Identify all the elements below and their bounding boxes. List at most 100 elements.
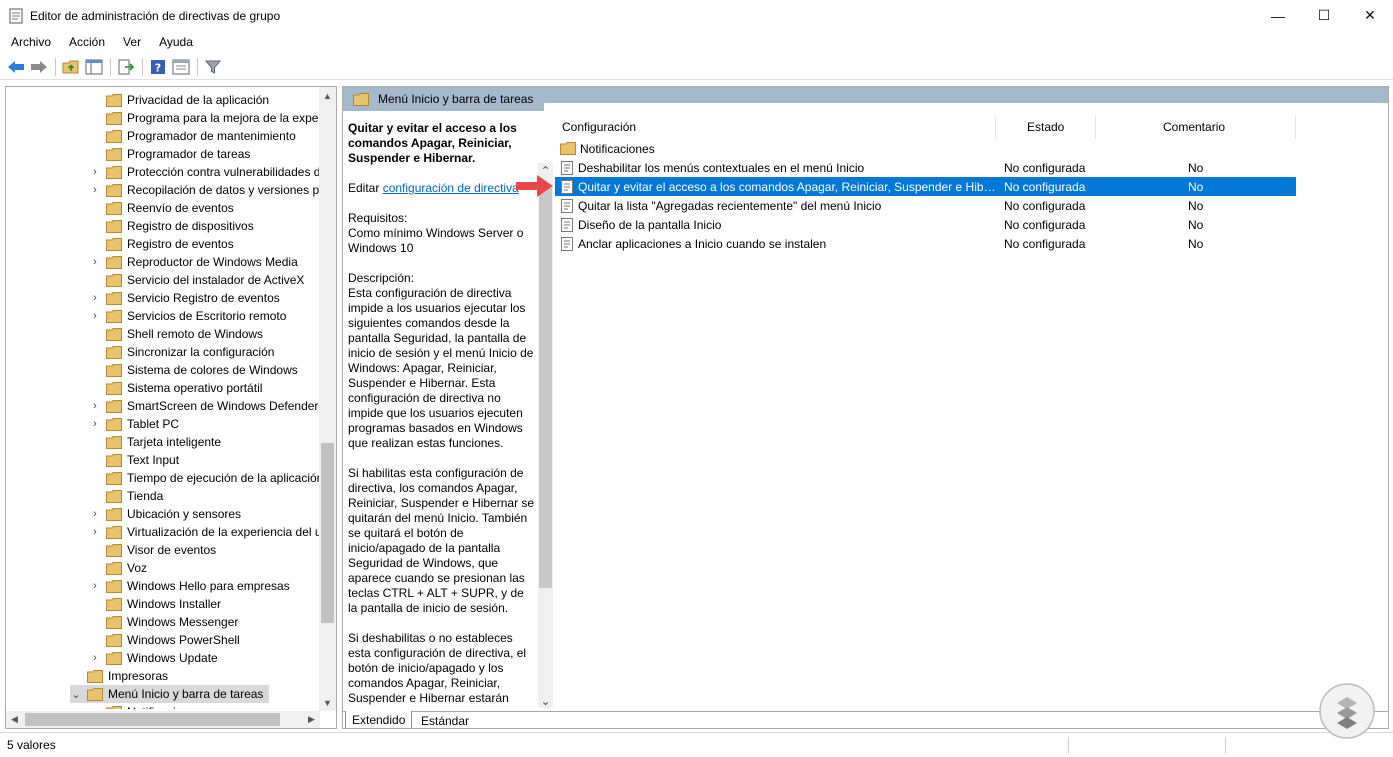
scroll-right-icon[interactable]: ▶ [303, 711, 320, 728]
description-scrollbar[interactable]: ⌃ ⌄ [538, 163, 553, 708]
tree-item[interactable]: Programa para la mejora de la experi [89, 109, 320, 127]
close-button[interactable]: ✕ [1347, 0, 1393, 31]
tree-item-label: Privacidad de la aplicación [127, 93, 270, 107]
back-button[interactable] [5, 56, 27, 78]
policy-setting-icon [561, 217, 573, 232]
watermark-logo-icon [1319, 683, 1375, 739]
table-row[interactable]: Anclar aplicaciones a Inicio cuando se i… [555, 234, 1296, 253]
tree-item[interactable]: Privacidad de la aplicación [89, 91, 269, 109]
tree-item[interactable]: Servicio del instalador de ActiveX [89, 271, 304, 289]
tree-item[interactable]: Programador de tareas [89, 145, 250, 163]
chevron-right-icon[interactable]: › [89, 400, 101, 412]
scroll-thumb[interactable] [539, 188, 552, 588]
edit-policy-link[interactable]: configuración de directiva [383, 181, 519, 195]
scroll-thumb[interactable] [25, 713, 280, 726]
up-folder-button[interactable] [60, 56, 82, 78]
chevron-right-icon[interactable]: › [89, 166, 101, 178]
tree-item[interactable]: Tiempo de ejecución de la aplicación [89, 469, 320, 487]
filter-icon [205, 60, 221, 74]
tree-item[interactable]: Tienda [89, 487, 163, 505]
folder-icon [106, 633, 122, 647]
tree-item[interactable]: Tarjeta inteligente [89, 433, 221, 451]
toolbar-separator [55, 57, 56, 76]
scroll-down-icon[interactable]: ▼ [319, 694, 336, 711]
tree-item[interactable]: › Recopilación de datos y versiones pr [89, 181, 320, 199]
show-tree-button[interactable] [83, 56, 105, 78]
tree-horizontal-scrollbar[interactable]: ◀ ▶ [6, 711, 320, 728]
tree-item[interactable]: Registro de dispositivos [89, 217, 254, 235]
column-estado[interactable]: Estado [1027, 115, 1064, 139]
chevron-down-icon[interactable]: ⌄ [538, 693, 553, 708]
tree-item-label: Tienda [127, 489, 164, 503]
tree-item[interactable]: › Servicios de Escritorio remoto [89, 307, 286, 325]
tree-item[interactable]: › Reproductor de Windows Media [89, 253, 298, 271]
tree-item[interactable]: Impresoras [70, 667, 168, 685]
tree-item[interactable]: Registro de eventos [89, 235, 234, 253]
menu-accion[interactable]: Acción [62, 35, 112, 49]
tree-item[interactable]: Programador de mantenimiento [89, 127, 296, 145]
column-configuracion[interactable]: Configuración [562, 115, 636, 139]
properties-button[interactable] [170, 56, 192, 78]
chevron-right-icon[interactable]: › [89, 652, 101, 664]
chevron-right-icon[interactable]: › [89, 256, 101, 268]
export-button[interactable] [115, 56, 137, 78]
menu-ayuda[interactable]: Ayuda [152, 35, 200, 49]
tree-item[interactable]: Text Input [89, 451, 179, 469]
tree-item[interactable]: Windows PowerShell [89, 631, 240, 649]
scroll-thumb[interactable] [321, 443, 334, 623]
tree-item[interactable]: › Servicio Registro de eventos [89, 289, 280, 307]
chevron-right-icon[interactable]: › [89, 580, 101, 592]
tree-item[interactable]: Notificaciones [89, 703, 202, 709]
tree-vertical-scrollbar[interactable]: ▲ ▼ [319, 87, 336, 711]
help-button[interactable]: ? [147, 56, 169, 78]
tree-item[interactable]: › Windows Hello para empresas [89, 577, 290, 595]
tree-item[interactable]: Shell remoto de Windows [89, 325, 263, 343]
column-divider[interactable] [995, 115, 996, 139]
tree-item[interactable]: › Virtualización de la experiencia del us [89, 523, 320, 541]
scroll-left-icon[interactable]: ◀ [6, 711, 23, 728]
tree-item[interactable]: Sistema de colores de Windows [89, 361, 298, 379]
minimize-button[interactable]: — [1255, 0, 1301, 31]
tree-item[interactable]: › Tablet PC [89, 415, 179, 433]
folder-icon [106, 111, 122, 125]
folder-row[interactable]: Notificaciones [555, 139, 1296, 158]
table-row[interactable]: Quitar la lista "Agregadas recientemente… [555, 196, 1296, 215]
tree-item-label: Tarjeta inteligente [127, 435, 222, 449]
table-row[interactable]: Diseño de la pantalla Inicio No configura… [555, 215, 1296, 234]
tree-item[interactable]: Sincronizar la configuración [89, 343, 274, 361]
column-divider[interactable] [1295, 115, 1296, 139]
tab-estandar[interactable]: Estándar [415, 711, 475, 728]
chevron-right-icon[interactable]: › [89, 310, 101, 322]
scroll-up-icon[interactable]: ▲ [319, 87, 336, 104]
tree-item[interactable]: › Protección contra vulnerabilidades d [89, 163, 320, 181]
chevron-right-icon[interactable]: › [89, 526, 101, 538]
tree-item-label: Programador de mantenimiento [127, 129, 296, 143]
chevron-down-icon[interactable]: ⌄ [70, 688, 82, 701]
tab-extendido[interactable]: Extendido [345, 711, 413, 728]
table-row[interactable]: Quitar y evitar el acceso a los comandos… [555, 177, 1296, 196]
column-comentario[interactable]: Comentario [1163, 115, 1225, 139]
table-row[interactable]: Deshabilitar los menús contextuales en e… [555, 158, 1296, 177]
chevron-right-icon[interactable]: › [89, 292, 101, 304]
tree-item[interactable]: Windows Messenger [89, 613, 238, 631]
tree-item[interactable]: Sistema operativo portátil [89, 379, 262, 397]
tree-item[interactable]: › Ubicación y sensores [89, 505, 241, 523]
tree-item[interactable]: Visor de eventos [89, 541, 216, 559]
chevron-right-icon[interactable]: › [89, 418, 101, 430]
menu-archivo[interactable]: Archivo [4, 35, 58, 49]
tree-item[interactable]: Voz [89, 559, 147, 577]
tree-item[interactable]: ⌄ Menú Inicio y barra de tareas [70, 685, 270, 703]
menu-ver[interactable]: Ver [116, 35, 148, 49]
chevron-right-icon[interactable]: › [89, 184, 101, 196]
tree-item[interactable]: Reenvío de eventos [89, 199, 234, 217]
chevron-right-icon[interactable]: › [89, 508, 101, 520]
tree-item[interactable]: › SmartScreen de Windows Defender [89, 397, 318, 415]
description-paragraph-1: Esta configuración de directiva impide a… [348, 286, 534, 450]
tree-item[interactable]: Windows Installer [89, 595, 221, 613]
maximize-button[interactable]: ☐ [1301, 0, 1347, 31]
forward-button[interactable] [28, 56, 50, 78]
column-divider[interactable] [1095, 115, 1096, 139]
tree-item[interactable]: › Windows Update [89, 649, 218, 667]
filter-button[interactable] [202, 56, 224, 78]
setting-state: No configurada [1004, 236, 1086, 251]
